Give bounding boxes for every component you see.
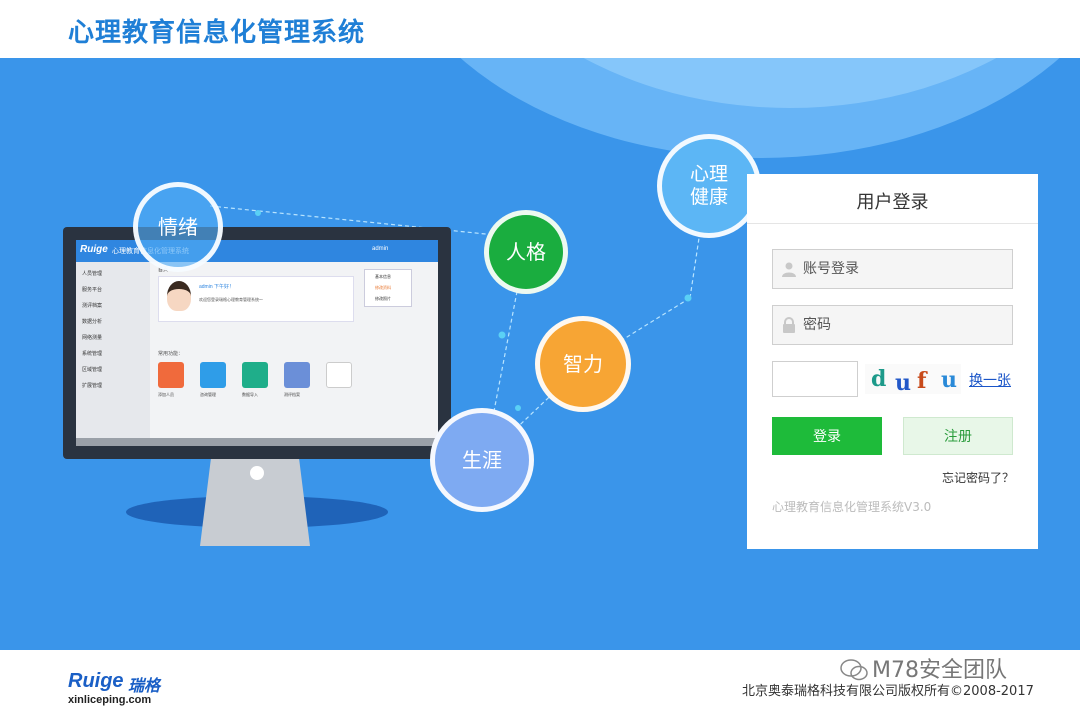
avatar [167,281,191,311]
footer: Ruige 瑞格 xinliceping.com M78安全团队 北京奥泰瑞格科… [0,650,1080,718]
screen-user-dropdown: 基本信息 修改资料 修改照片 [364,269,412,307]
screen-user: admin [372,246,389,252]
captcha-image[interactable]: d u f u [865,364,961,396]
footer-logo-cn: 瑞格 [128,676,161,695]
captcha-char: u [941,367,957,393]
screen-tile-label: 数据导入 [242,392,258,397]
password-input[interactable] [803,306,1008,344]
username-input[interactable] [803,250,1008,288]
monitor-mockup: Ruige 心理教育信息化管理系统 admin 人员管理 服务平台 测评档案 数… [63,227,451,459]
screen-sidebar-item: 服务平台 [82,287,103,293]
screen-tile-add [326,362,352,388]
bubble-label: 生涯 [462,448,502,472]
screen-sidebar-item: 数据分析 [82,319,103,325]
screen-tile-label: 咨询管理 [200,392,216,397]
user-icon [782,262,796,277]
screen-sidebar-item: 区域管理 [82,367,103,373]
screen-sidebar: 人员管理 服务平台 测评档案 数据分析 网络测量 系统管理 区域管理 扩展管理 [76,262,150,438]
page-title: 心理教育信息化管理系统 [68,17,366,47]
screen-sidebar-item: 人员管理 [82,271,103,277]
screen-tile-label: 测评档案 [284,392,300,397]
username-field[interactable] [772,249,1013,289]
screen-sidebar-item: 测评档案 [82,303,103,309]
lock-icon [783,317,795,333]
captcha-char: u [895,370,911,396]
bubble-label: 情绪 [158,215,198,239]
top-bar: 心理教育信息化管理系统 [0,0,1080,58]
copyright: 北京奥泰瑞格科技有限公司版权所有©2008-2017 [742,684,1034,699]
bubble-label: 智力 [563,352,603,376]
footer-logo: Ruige [68,670,124,692]
footer-site: xinliceping.com [68,694,152,706]
screen-tile-import [242,362,268,388]
login-panel: 用户登录 d u f u 换一张 登录 注册 忘记密码了？ 心理教育信息化管理系… [747,174,1038,549]
screen-tile-consult [200,362,226,388]
screen-footer [76,438,438,446]
screen-tile-add-user [158,362,184,388]
login-button[interactable]: 登录 [772,417,882,455]
register-button[interactable]: 注册 [903,417,1013,455]
bubble-career: 生涯 [430,408,534,512]
screen-dropdown-item: 修改资料 [375,285,391,290]
monitor-screen: Ruige 心理教育信息化管理系统 admin 人员管理 服务平台 测评档案 数… [76,240,438,446]
divider [747,223,1038,224]
bubble-mental-health: 心理 健康 [657,134,761,238]
monitor-power-dot [250,466,264,480]
screen-header: Ruige 心理教育信息化管理系统 admin [76,240,438,262]
bubble-label: 人格 [506,240,546,264]
bubble-label: 心理 [689,163,728,186]
captcha-input[interactable] [772,361,858,397]
screen-sidebar-item: 系统管理 [82,351,103,357]
screen-welcome-card: admin 下午好！ 欢迎您登录瑞格心理教育管理系统～ [158,276,354,322]
screen-shortcut-label: 常用功能： [158,351,184,357]
screen-dropdown-item: 基本信息 [375,274,391,279]
screen-tile-label: 添加人员 [158,392,174,397]
captcha-char: d [871,366,887,392]
screen-tile-archive [284,362,310,388]
version-text: 心理教育信息化管理系统V3.0 [772,500,932,514]
screen-welcome-title: admin 下午好！ [199,284,235,290]
screen-sidebar-item: 扩展管理 [82,383,103,389]
wechat-icon [840,659,868,681]
captcha-refresh-link[interactable]: 换一张 [969,370,1011,390]
bubble-intelligence: 智力 [535,316,631,412]
bubble-personality: 人格 [484,210,568,294]
screen-sidebar-item: 网络测量 [82,335,103,341]
screen-welcome-text: 欢迎您登录瑞格心理教育管理系统～ [199,297,263,302]
screen-dropdown-item: 修改照片 [375,296,391,301]
password-field[interactable] [772,305,1013,345]
screen-logo: Ruige [80,244,108,255]
bubble-label: 健康 [689,186,728,208]
login-title: 用户登录 [856,192,929,213]
bubble-emotion: 情绪 [133,182,223,272]
forgot-password-link[interactable]: 忘记密码了？ [942,469,1014,486]
captcha-char: f [917,368,927,394]
